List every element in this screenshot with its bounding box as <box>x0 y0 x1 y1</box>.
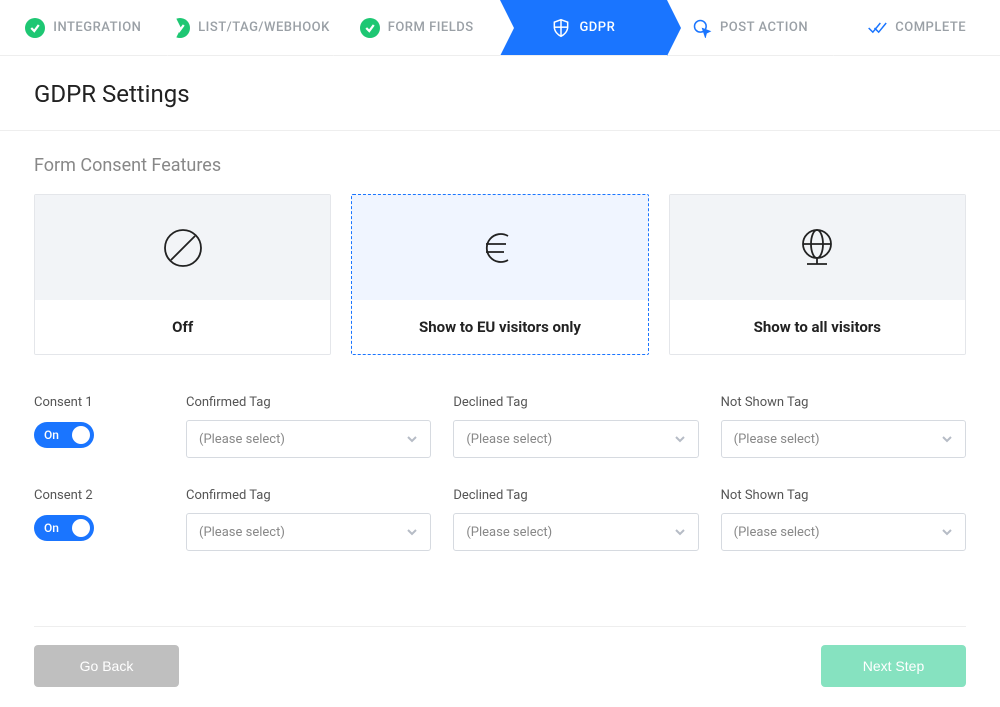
tag-label: Not Shown Tag <box>721 488 966 503</box>
consent-2-confirmed-select[interactable]: (Please select) <box>186 513 431 551</box>
chevron-down-icon <box>674 526 686 538</box>
consent-2-notshown-select[interactable]: (Please select) <box>721 513 966 551</box>
card-label: Show to all visitors <box>670 300 965 354</box>
double-check-icon <box>867 18 887 38</box>
euro-icon <box>476 224 524 272</box>
consent-1-confirmed-select[interactable]: (Please select) <box>186 420 431 458</box>
consent-1-declined-select[interactable]: (Please select) <box>453 420 698 458</box>
tag-label: Not Shown Tag <box>721 395 966 410</box>
step-integration[interactable]: INTEGRATION <box>0 0 167 55</box>
card-eu-only[interactable]: Show to EU visitors only <box>351 194 648 355</box>
go-back-button[interactable]: Go Back <box>34 645 179 687</box>
select-placeholder: (Please select) <box>466 525 552 540</box>
select-placeholder: (Please select) <box>734 525 820 540</box>
tag-label: Confirmed Tag <box>186 395 431 410</box>
tag-label: Declined Tag <box>453 395 698 410</box>
step-form-fields[interactable]: FORM FIELDS <box>333 0 500 55</box>
consent-title: Consent 2 <box>34 488 164 503</box>
footer: Go Back Next Step <box>34 626 966 687</box>
off-icon <box>159 224 207 272</box>
step-label: FORM FIELDS <box>388 20 474 35</box>
tag-label: Declined Tag <box>453 488 698 503</box>
consent-row-1: Consent 1 On Confirmed Tag (Please selec… <box>34 395 966 458</box>
shield-icon <box>551 18 571 38</box>
cursor-icon <box>692 18 712 38</box>
card-all-visitors[interactable]: Show to all visitors <box>669 194 966 355</box>
step-label: GDPR <box>579 20 615 35</box>
consent-title: Consent 1 <box>34 395 164 410</box>
section-title: Form Consent Features <box>34 155 966 176</box>
step-post-action[interactable]: POST ACTION <box>667 0 834 55</box>
select-placeholder: (Please select) <box>199 525 285 540</box>
chevron-down-icon <box>941 526 953 538</box>
chevron-down-icon <box>406 433 418 445</box>
step-label: INTEGRATION <box>53 20 141 35</box>
step-label: POST ACTION <box>720 20 808 35</box>
step-list-tag-webhook[interactable]: LIST/TAG/WEBHOOK <box>167 0 334 55</box>
next-step-button[interactable]: Next Step <box>821 645 966 687</box>
select-placeholder: (Please select) <box>199 432 285 447</box>
consent-2-toggle[interactable]: On <box>34 515 94 541</box>
consent-mode-cards: Off Show to EU visitors only Show to all… <box>34 194 966 355</box>
step-complete[interactable]: COMPLETE <box>833 0 1000 55</box>
consent-1-toggle[interactable]: On <box>34 422 94 448</box>
select-placeholder: (Please select) <box>466 432 552 447</box>
card-label: Off <box>35 300 330 354</box>
step-gdpr[interactable]: GDPR <box>500 0 667 55</box>
consent-row-2: Consent 2 On Confirmed Tag (Please selec… <box>34 488 966 551</box>
globe-icon <box>793 224 841 272</box>
toggle-state: On <box>44 521 59 535</box>
select-placeholder: (Please select) <box>734 432 820 447</box>
wizard-stepper: INTEGRATION LIST/TAG/WEBHOOK FORM FIELDS… <box>0 0 1000 56</box>
check-icon <box>25 18 45 38</box>
chevron-down-icon <box>674 433 686 445</box>
toggle-knob <box>72 426 90 444</box>
consent-1-notshown-select[interactable]: (Please select) <box>721 420 966 458</box>
step-label: COMPLETE <box>895 20 966 35</box>
toggle-knob <box>72 519 90 537</box>
card-off[interactable]: Off <box>34 194 331 355</box>
toggle-state: On <box>44 428 59 442</box>
step-label: LIST/TAG/WEBHOOK <box>198 20 330 35</box>
consent-2-declined-select[interactable]: (Please select) <box>453 513 698 551</box>
card-label: Show to EU visitors only <box>352 300 647 354</box>
chevron-down-icon <box>406 526 418 538</box>
chevron-down-icon <box>941 433 953 445</box>
tag-label: Confirmed Tag <box>186 488 431 503</box>
page-title: GDPR Settings <box>34 80 966 108</box>
check-icon <box>360 18 380 38</box>
divider <box>0 130 1000 131</box>
